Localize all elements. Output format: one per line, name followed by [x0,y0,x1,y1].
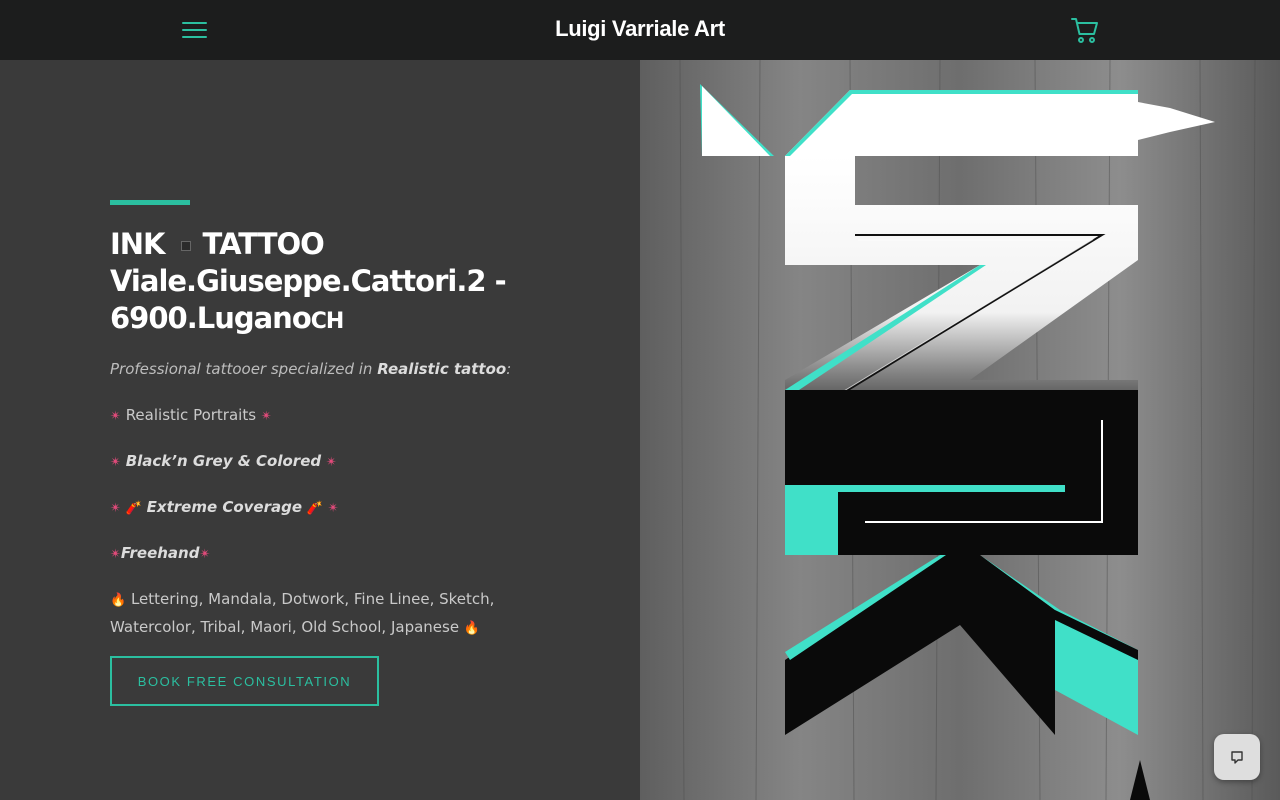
sparkle-icon: ✴ [260,409,272,424]
hero-text-panel: INK TATTOO Viale.Giuseppe.Cattori.2 - 690… [0,60,640,800]
firecracker-icon: 🧨 [125,501,142,516]
fire-icon: 🔥 [463,621,481,636]
hero-artwork-image [640,60,1280,800]
heading-address: Viale.Giuseppe.Cattori.2 - [110,264,507,298]
sparkle-icon: ✴ [325,455,337,470]
heading-tattoo: TATTOO [202,227,325,261]
intro-prefix: Professional tattooer specialized in [110,360,378,378]
specialty-item: ✴ Black’n Grey & Colored ✴ [110,448,337,476]
book-consultation-button[interactable]: BOOK FREE CONSULTATION [110,656,379,706]
specialty-label: Extreme Coverage [146,498,303,516]
specialty-label: Realistic Portraits [125,406,257,424]
firecracker-icon: 🧨 [306,501,324,516]
heading-country: CH [310,309,345,334]
intro-bold: Realistic tattoo [377,360,507,378]
sparkle-icon: ✴ [110,455,121,470]
hero-heading: INK TATTOO Viale.Giuseppe.Cattori.2 - 690… [110,226,530,340]
chat-button[interactable] [1214,734,1260,780]
sparkle-icon: ✴ [110,501,121,516]
ink-logo-artwork [640,60,1280,800]
specialty-label: Freehand [120,544,200,562]
intro-suffix: : [506,360,512,378]
square-glyph-icon [180,241,191,251]
fire-icon: 🔥 [110,593,127,608]
intro-text: Professional tattooer specialized in Rea… [110,356,511,382]
specialty-item: ✴ 🧨 Extreme Coverage 🧨 ✴ [110,494,339,522]
specialty-item: ✴Freehand✴ [110,540,210,568]
styles-list: 🔥 Lettering, Mandala, Dotwork, Fine Line… [110,586,510,642]
sparkle-icon: ✴ [110,409,121,424]
chat-bubble-icon [1231,751,1243,764]
styles-line-2: Watercolor, Tribal, Maori, Old School, J… [110,618,460,636]
accent-divider [110,200,190,205]
heading-ink: INK [110,227,166,261]
specialty-item: ✴ Realistic Portraits ✴ [110,402,272,430]
heading-city: 6900.Lugano [110,301,312,335]
specialty-label: Black’n Grey & Colored [125,452,322,470]
shopping-cart-icon[interactable] [1070,15,1100,45]
sparkle-icon: ✴ [327,501,339,516]
styles-line-1: Lettering, Mandala, Dotwork, Fine Linee,… [130,590,495,608]
sparkle-icon: ✴ [110,547,121,562]
sparkle-icon: ✴ [199,547,211,562]
top-navigation-bar: Luigi Varriale Art [0,0,1280,60]
